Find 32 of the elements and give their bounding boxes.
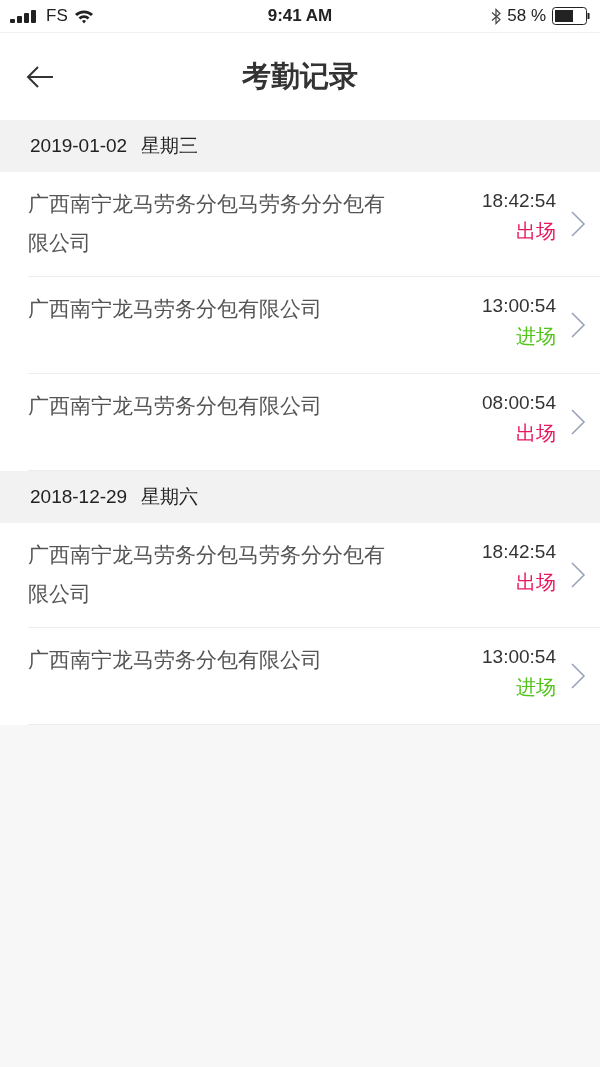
date-label: 2019-01-02 <box>30 135 128 157</box>
company-name[interactable]: 广西南宁龙马劳务分包有限公司 <box>28 386 403 456</box>
attendance-status: 出场 <box>516 570 556 595</box>
attendance-status: 出场 <box>516 421 556 446</box>
record-time: 08:00:54 <box>482 392 556 414</box>
battery-icon <box>552 7 590 25</box>
bluetooth-icon <box>491 7 502 25</box>
chevron-icon[interactable] <box>570 311 586 339</box>
record-time: 13:00:54 <box>482 295 556 317</box>
chevron-icon[interactable] <box>570 408 586 436</box>
date-label: 2018-12-29 <box>30 486 128 508</box>
wifi-icon <box>73 8 94 24</box>
weekday-label: 星期三 <box>141 134 199 158</box>
chevron-icon[interactable] <box>570 662 586 690</box>
attendance-status: 出场 <box>516 219 556 244</box>
weekday-label: 星期六 <box>141 485 199 509</box>
company-name[interactable]: 广西南宁龙马劳务分包马劳务分分包有限公司 <box>28 535 403 613</box>
company-name[interactable]: 广西南宁龙马劳务分包有限公司 <box>28 289 403 359</box>
clock-time: 9:41 AM <box>267 6 333 26</box>
record-time: 18:42:54 <box>482 190 556 212</box>
battery-percent: 58 % <box>507 6 546 26</box>
attendance-status: 进场 <box>516 675 556 700</box>
attendance-status: 进场 <box>516 324 556 349</box>
chevron-icon[interactable] <box>570 561 586 589</box>
back-arrow-icon[interactable] <box>26 65 54 89</box>
chevron-icon[interactable] <box>570 210 586 238</box>
page-title: 考勤记录 <box>242 58 358 94</box>
company-name[interactable]: 广西南宁龙马劳务分包马劳务分分包有限公司 <box>28 184 403 262</box>
record-time: 13:00:54 <box>482 646 556 668</box>
company-name[interactable]: 广西南宁龙马劳务分包有限公司 <box>28 640 403 710</box>
carrier-name: FS <box>46 6 68 26</box>
record-time: 18:42:54 <box>482 541 556 563</box>
